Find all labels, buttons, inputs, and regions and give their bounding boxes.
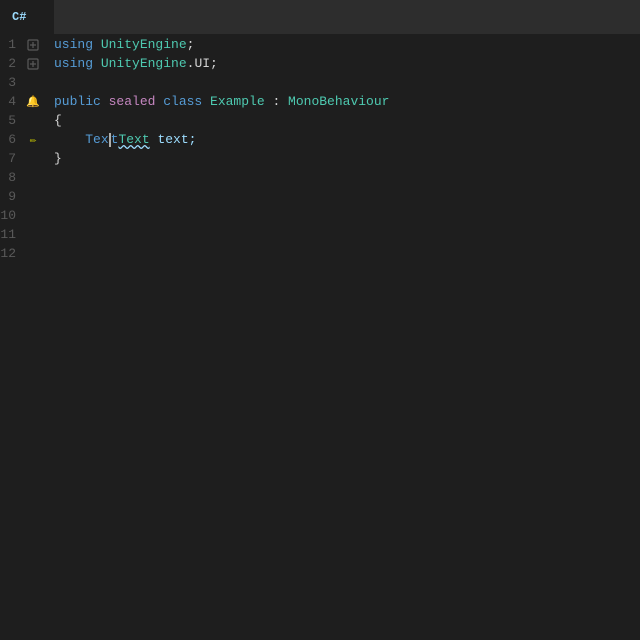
line-number: 1 [0, 37, 24, 52]
token: } [54, 149, 62, 168]
token: Text [118, 130, 149, 149]
fold-icon [24, 58, 42, 70]
line-number: 9 [0, 189, 24, 204]
token: class [163, 92, 210, 111]
token: using [54, 54, 101, 73]
gutter-row: 12 [0, 244, 50, 263]
gutter-row: 8 [0, 168, 50, 187]
pencil-icon: ✏ [24, 133, 42, 147]
fold-icon [24, 39, 42, 51]
gutter-row: 4🔔 [0, 92, 50, 111]
token: public [54, 92, 109, 111]
code-line: public sealed class Example : MonoBehavi… [54, 92, 640, 111]
line-number: 3 [0, 75, 24, 90]
line-number: 11 [0, 227, 24, 242]
gutter-row: 10 [0, 206, 50, 225]
token: using [54, 35, 101, 54]
code-line: using UnityEngine.UI; [54, 54, 640, 73]
code-line [54, 244, 640, 263]
line-number: 12 [0, 246, 24, 261]
gutter-row: 7 [0, 149, 50, 168]
token: : [265, 92, 288, 111]
line-number: 10 [0, 208, 24, 223]
line-number: 5 [0, 113, 24, 128]
token: .UI; [187, 54, 218, 73]
token: sealed [109, 92, 164, 111]
line-number: 7 [0, 151, 24, 166]
token: MonoBehaviour [288, 92, 389, 111]
gutter-row: 11 [0, 225, 50, 244]
token: t [111, 130, 119, 149]
gutter-row: 1 [0, 35, 50, 54]
token: Example [210, 92, 265, 111]
tab-bar: C# [0, 0, 640, 35]
token: { [54, 111, 62, 130]
gutter-row: 3 [0, 73, 50, 92]
token: text; [150, 130, 197, 149]
line-number: 2 [0, 56, 24, 71]
token: UnityEngine [101, 35, 187, 54]
bell-icon: 🔔 [24, 95, 42, 109]
line-number: 6 [0, 132, 24, 147]
code-line: { [54, 111, 640, 130]
line-gutter: 1234🔔56✏789101112 [0, 35, 50, 640]
csharp-icon: C# [12, 10, 26, 24]
line-number: 4 [0, 94, 24, 109]
code-line: TextText text; [54, 130, 640, 149]
code-line [54, 206, 640, 225]
token: ; [187, 35, 195, 54]
code-line [54, 187, 640, 206]
editor-area: 1234🔔56✏789101112 using UnityEngine;usin… [0, 35, 640, 640]
code-line [54, 168, 640, 187]
gutter-row: 6✏ [0, 130, 50, 149]
code-line: } [54, 149, 640, 168]
code-line [54, 73, 640, 92]
code-line: using UnityEngine; [54, 35, 640, 54]
tab-example-cs[interactable]: C# [0, 0, 55, 34]
gutter-row: 2 [0, 54, 50, 73]
gutter-row: 5 [0, 111, 50, 130]
token: UnityEngine [101, 54, 187, 73]
token: Tex [85, 130, 108, 149]
code-content[interactable]: using UnityEngine;using UnityEngine.UI;p… [50, 35, 640, 640]
line-number: 8 [0, 170, 24, 185]
gutter-row: 9 [0, 187, 50, 206]
code-line [54, 225, 640, 244]
